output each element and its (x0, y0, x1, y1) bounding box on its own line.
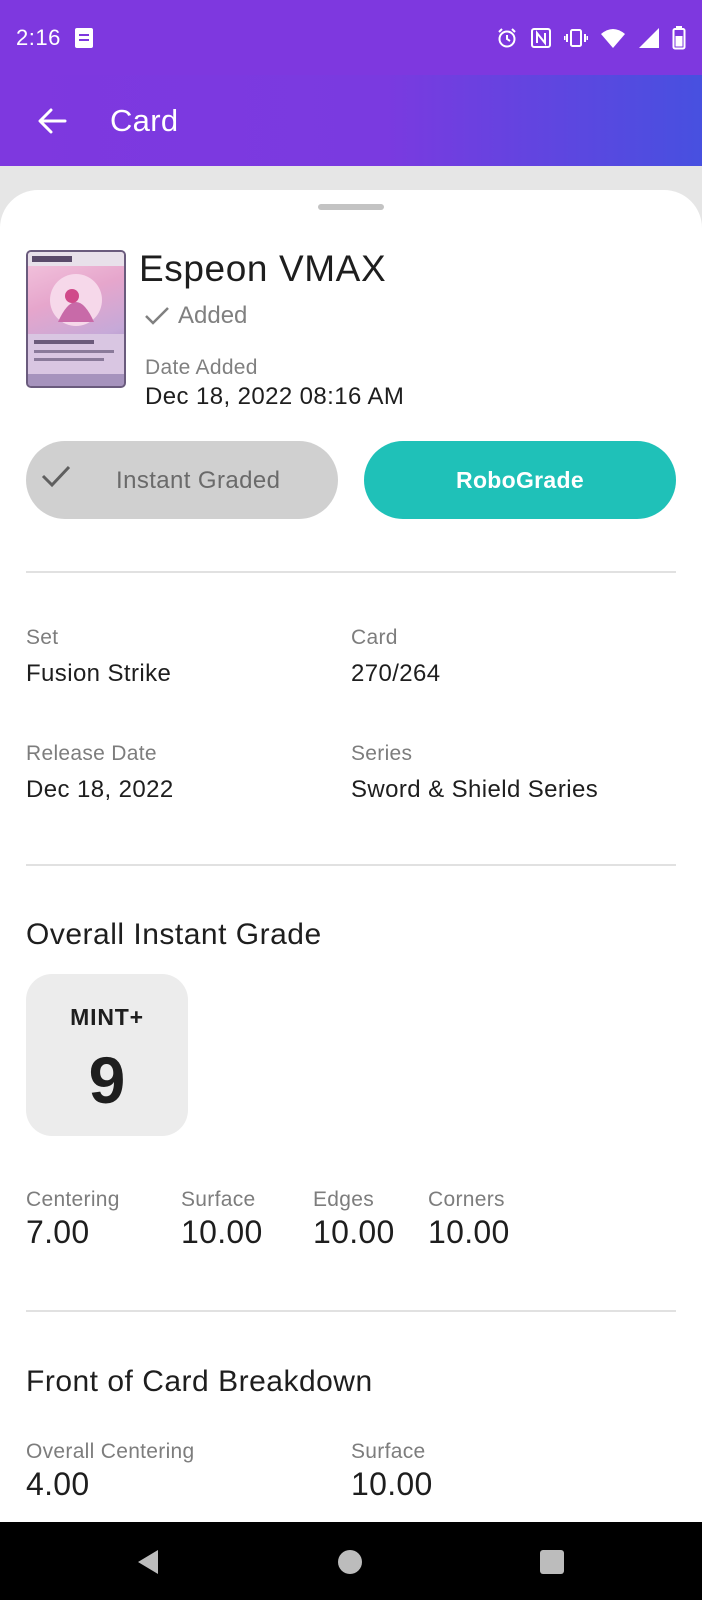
alarm-icon (496, 27, 518, 49)
note-icon (74, 27, 93, 48)
card-number-label: Card (351, 626, 398, 649)
check-icon (41, 465, 71, 488)
nav-recents-button[interactable] (540, 1550, 564, 1574)
page-title: Card (110, 102, 179, 138)
nav-home-button[interactable] (338, 1550, 362, 1574)
edges-value: 10.00 (313, 1214, 395, 1250)
robograde-button[interactable]: RoboGrade (364, 441, 676, 519)
edges-label: Edges (313, 1188, 375, 1211)
card-detail-sheet[interactable]: Espeon VMAX Added Date Added Dec 18, 202… (0, 190, 702, 1522)
instant-graded-button[interactable]: Instant Graded (26, 441, 338, 519)
added-label: Added (178, 302, 248, 329)
date-added-value: Dec 18, 2022 08:16 AM (145, 383, 405, 410)
corners-value: 10.00 (428, 1214, 510, 1250)
vibrate-icon (564, 27, 588, 49)
card-number-value: 270/264 (351, 660, 441, 687)
surface-value: 10.00 (181, 1214, 263, 1250)
status-icons (496, 25, 686, 50)
system-nav-bar (0, 1522, 702, 1600)
surface-label: Surface (181, 1188, 256, 1211)
release-date-value: Dec 18, 2022 (26, 776, 174, 803)
series-label: Series (351, 742, 413, 765)
grade-badge: MINT+ 9 (26, 974, 188, 1136)
front-surface-label: Surface (351, 1440, 426, 1463)
overall-grade-title: Overall Instant Grade (26, 918, 322, 951)
battery-icon (672, 25, 686, 50)
card-image[interactable] (26, 250, 126, 388)
front-breakdown-title: Front of Card Breakdown (26, 1365, 373, 1398)
centering-label: Centering (26, 1188, 120, 1211)
app-bar: Card (0, 75, 702, 166)
divider (26, 1310, 676, 1312)
grade-label: MINT+ (70, 1004, 144, 1030)
front-surface-value: 10.00 (351, 1466, 433, 1502)
added-status: Added (144, 302, 247, 330)
nav-back-button[interactable] (136, 1548, 160, 1576)
set-value: Fusion Strike (26, 660, 172, 687)
drag-handle[interactable] (318, 204, 384, 210)
check-icon (145, 307, 169, 325)
status-bar: 2:16 (0, 0, 702, 75)
divider (26, 864, 676, 866)
instant-graded-label: Instant Graded (116, 467, 281, 494)
grade-number: 9 (88, 1043, 126, 1117)
wifi-icon (600, 27, 626, 49)
arrow-left-icon (38, 108, 67, 133)
card-name: Espeon VMAX (139, 248, 387, 289)
date-added-label: Date Added (145, 356, 258, 379)
centering-value: 7.00 (26, 1214, 90, 1250)
release-date-label: Release Date (26, 742, 157, 765)
nfc-icon (530, 27, 552, 49)
divider (26, 571, 676, 573)
overall-centering-label: Overall Centering (26, 1440, 195, 1463)
set-label: Set (26, 626, 59, 649)
signal-icon (638, 27, 660, 49)
status-time: 2:16 (16, 24, 61, 50)
back-button[interactable] (26, 95, 78, 147)
series-value: Sword & Shield Series (351, 776, 599, 803)
corners-label: Corners (428, 1188, 505, 1211)
overall-centering-value: 4.00 (26, 1466, 90, 1502)
